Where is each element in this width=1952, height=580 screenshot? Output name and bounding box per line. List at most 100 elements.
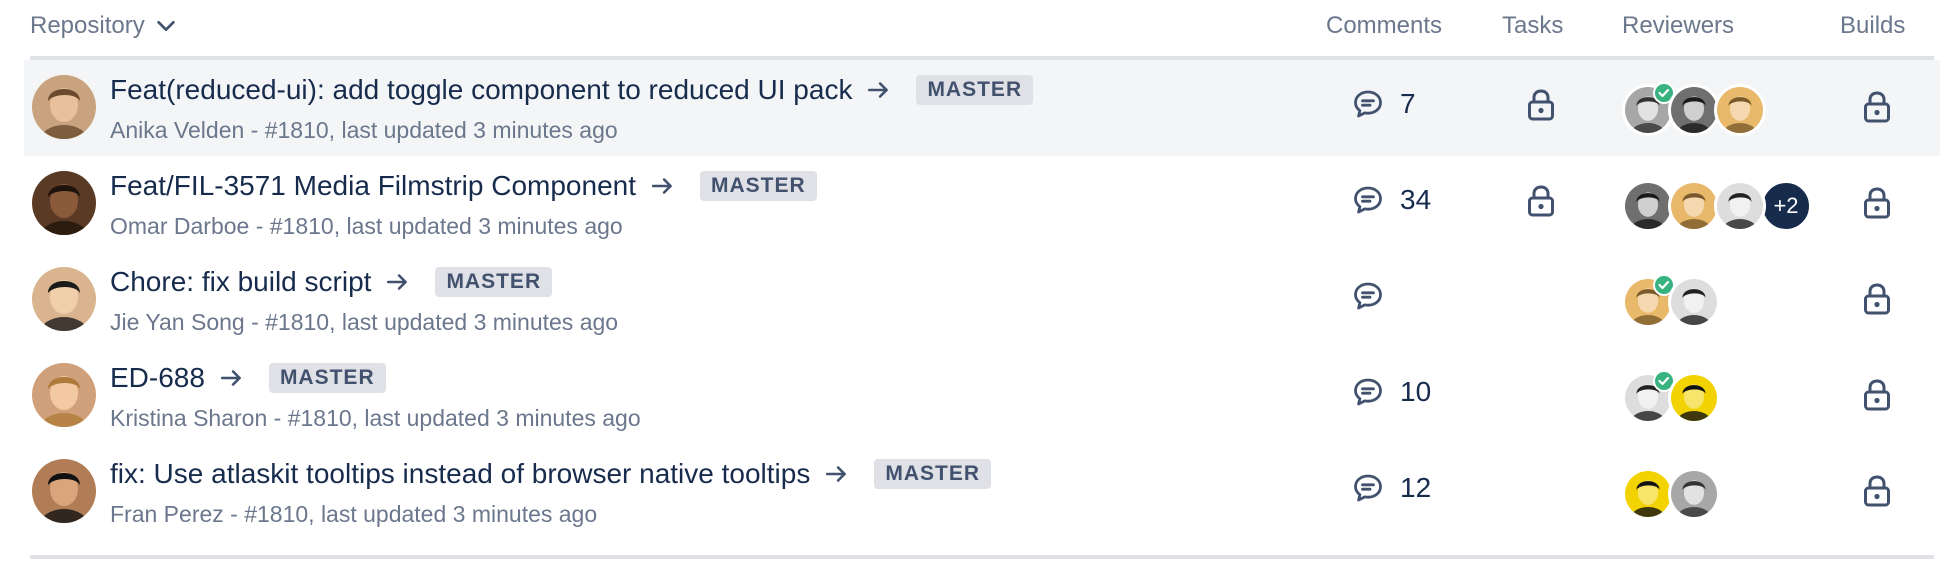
- updated-time: 3 minutes ago: [473, 309, 619, 335]
- pull-requests-table: Repository Comments Tasks Reviewers Buil…: [24, 0, 1940, 559]
- arrow-right-icon: [868, 82, 889, 98]
- repository-column-header[interactable]: Repository: [30, 12, 177, 40]
- reviewer-avatar[interactable]: [1714, 84, 1766, 136]
- branch-lozenge: MASTER: [916, 75, 1034, 105]
- comment-count: 7: [1400, 88, 1416, 119]
- branch-lozenge: MASTER: [435, 267, 553, 297]
- repository-header-label: Repository: [30, 12, 145, 39]
- reviewer-avatar[interactable]: [1668, 276, 1720, 328]
- comment-icon: [1354, 282, 1382, 310]
- reviewer-avatar[interactable]: [1714, 180, 1766, 232]
- reviewer-avatar[interactable]: [1668, 180, 1720, 232]
- reviewers-cell: [1622, 274, 1720, 328]
- comment-icon: [1354, 90, 1382, 118]
- table-row[interactable]: Feat(reduced-ui): add toggle component t…: [24, 60, 1940, 156]
- pull-request-title[interactable]: ED-688: [110, 362, 205, 394]
- reviewer-photo: [1671, 183, 1717, 229]
- builds-column-header: Builds: [1840, 12, 1906, 39]
- reviewer-avatar[interactable]: [1622, 180, 1674, 232]
- author-name[interactable]: Jie Yan Song: [110, 309, 245, 335]
- lock-icon: [1864, 379, 1890, 411]
- comments-cell[interactable]: 12: [1352, 472, 1431, 504]
- reviewers-cell: [1622, 82, 1766, 136]
- author-name[interactable]: Fran Perez: [110, 501, 224, 527]
- table-body: Feat(reduced-ui): add toggle component t…: [24, 60, 1940, 540]
- pull-request-title[interactable]: Feat/FIL-3571 Media Filmstrip Component: [110, 170, 636, 202]
- comments-cell[interactable]: 10: [1352, 376, 1431, 408]
- pull-request-meta: Jie Yan Song - #1810, last updated 3 min…: [110, 309, 618, 336]
- reviewers-cell: [1622, 370, 1720, 424]
- comment-count: 34: [1400, 184, 1432, 215]
- reviewers-column-header: Reviewers: [1622, 12, 1735, 39]
- reviewer-avatar[interactable]: [1622, 370, 1675, 424]
- lock-icon: [1864, 187, 1890, 219]
- updated-time: 3 minutes ago: [452, 501, 598, 527]
- branch-lozenge: MASTER: [268, 363, 386, 393]
- author-avatar[interactable]: [32, 75, 96, 139]
- author-avatar[interactable]: [32, 267, 96, 331]
- author-avatar[interactable]: [32, 363, 96, 427]
- comments-cell[interactable]: 7: [1352, 88, 1416, 120]
- pull-request-title[interactable]: Feat(reduced-ui): add toggle component t…: [110, 74, 852, 106]
- comment-count: 12: [1400, 472, 1432, 503]
- reviewer-avatar[interactable]: [1622, 468, 1674, 520]
- updated-time: 3 minutes ago: [496, 405, 641, 431]
- reviewer-photo: [1671, 87, 1717, 133]
- arrow-right-icon: [220, 370, 241, 386]
- table-footer-divider: [30, 555, 1934, 559]
- pull-request-meta: Omar Darboe - #1810, last updated 3 minu…: [110, 213, 623, 240]
- table-row[interactable]: fix: Use atlaskit tooltips instead of br…: [30, 444, 1934, 540]
- comments-column-header: Comments: [1326, 12, 1443, 39]
- reviewer-avatar[interactable]: [1668, 372, 1720, 424]
- table-header: Repository Comments Tasks Reviewers Buil…: [30, 0, 1934, 60]
- table-row[interactable]: Chore: fix build script MASTER Jie Yan S…: [30, 252, 1934, 348]
- comment-icon: [1354, 378, 1382, 406]
- more-reviewers-badge[interactable]: +2: [1760, 180, 1812, 232]
- reviewer-avatar[interactable]: [1622, 274, 1675, 328]
- table-row[interactable]: Feat/FIL-3571 Media Filmstrip Component …: [30, 156, 1934, 252]
- comments-cell[interactable]: 34: [1352, 184, 1431, 216]
- author-name[interactable]: Anika Velden: [110, 117, 244, 143]
- comments-cell[interactable]: [1352, 280, 1384, 312]
- comment-icon: [1354, 474, 1382, 502]
- reviewer-photo: [1671, 375, 1717, 421]
- lock-icon: [1864, 91, 1890, 123]
- pull-request-details: - #1810, last updated: [251, 309, 468, 335]
- reviewer-avatar[interactable]: [1668, 84, 1720, 136]
- tasks-column-header: Tasks: [1502, 12, 1564, 39]
- reviewers-cell: +2: [1622, 180, 1812, 232]
- comment-count: 10: [1400, 376, 1432, 407]
- reviewer-photo: [1671, 471, 1717, 517]
- author-avatar[interactable]: [32, 171, 96, 235]
- pull-request-title[interactable]: Chore: fix build script: [110, 266, 371, 298]
- branch-lozenge: MASTER: [874, 459, 991, 489]
- lock-icon: [1864, 475, 1890, 507]
- pull-request-meta: Fran Perez - #1810, last updated 3 minut…: [110, 501, 597, 528]
- arrow-right-icon: [651, 178, 672, 194]
- branch-lozenge: MASTER: [700, 171, 817, 201]
- pull-request-details: - #1810, last updated: [250, 117, 467, 143]
- arrow-right-icon: [387, 274, 408, 290]
- author-name[interactable]: Omar Darboe: [110, 213, 249, 239]
- arrow-right-icon: [826, 466, 847, 482]
- lock-icon: [1528, 185, 1554, 217]
- reviewer-photo: [1625, 471, 1671, 517]
- pull-request-details: - #1810, last updated: [273, 405, 490, 431]
- reviewer-avatar[interactable]: [1622, 82, 1675, 136]
- comment-icon: [1354, 186, 1382, 214]
- updated-time: 3 minutes ago: [473, 117, 618, 143]
- table-row[interactable]: ED-688 MASTER Kristina Sharon - #1810, l…: [30, 348, 1934, 444]
- author-name[interactable]: Kristina Sharon: [110, 405, 267, 431]
- lock-icon: [1528, 89, 1554, 121]
- author-avatar[interactable]: [32, 459, 96, 523]
- reviewer-photo: [1717, 87, 1763, 133]
- lock-icon: [1864, 283, 1890, 315]
- pull-request-title[interactable]: fix: Use atlaskit tooltips instead of br…: [110, 458, 810, 490]
- reviewer-avatar[interactable]: [1668, 468, 1720, 520]
- reviewer-photo: [1717, 183, 1763, 229]
- reviewer-photo: [1671, 279, 1717, 325]
- chevron-down-icon: [157, 20, 175, 32]
- pull-request-meta: Anika Velden - #1810, last updated 3 min…: [110, 117, 618, 144]
- updated-time: 3 minutes ago: [478, 213, 623, 239]
- reviewers-cell: [1622, 468, 1720, 520]
